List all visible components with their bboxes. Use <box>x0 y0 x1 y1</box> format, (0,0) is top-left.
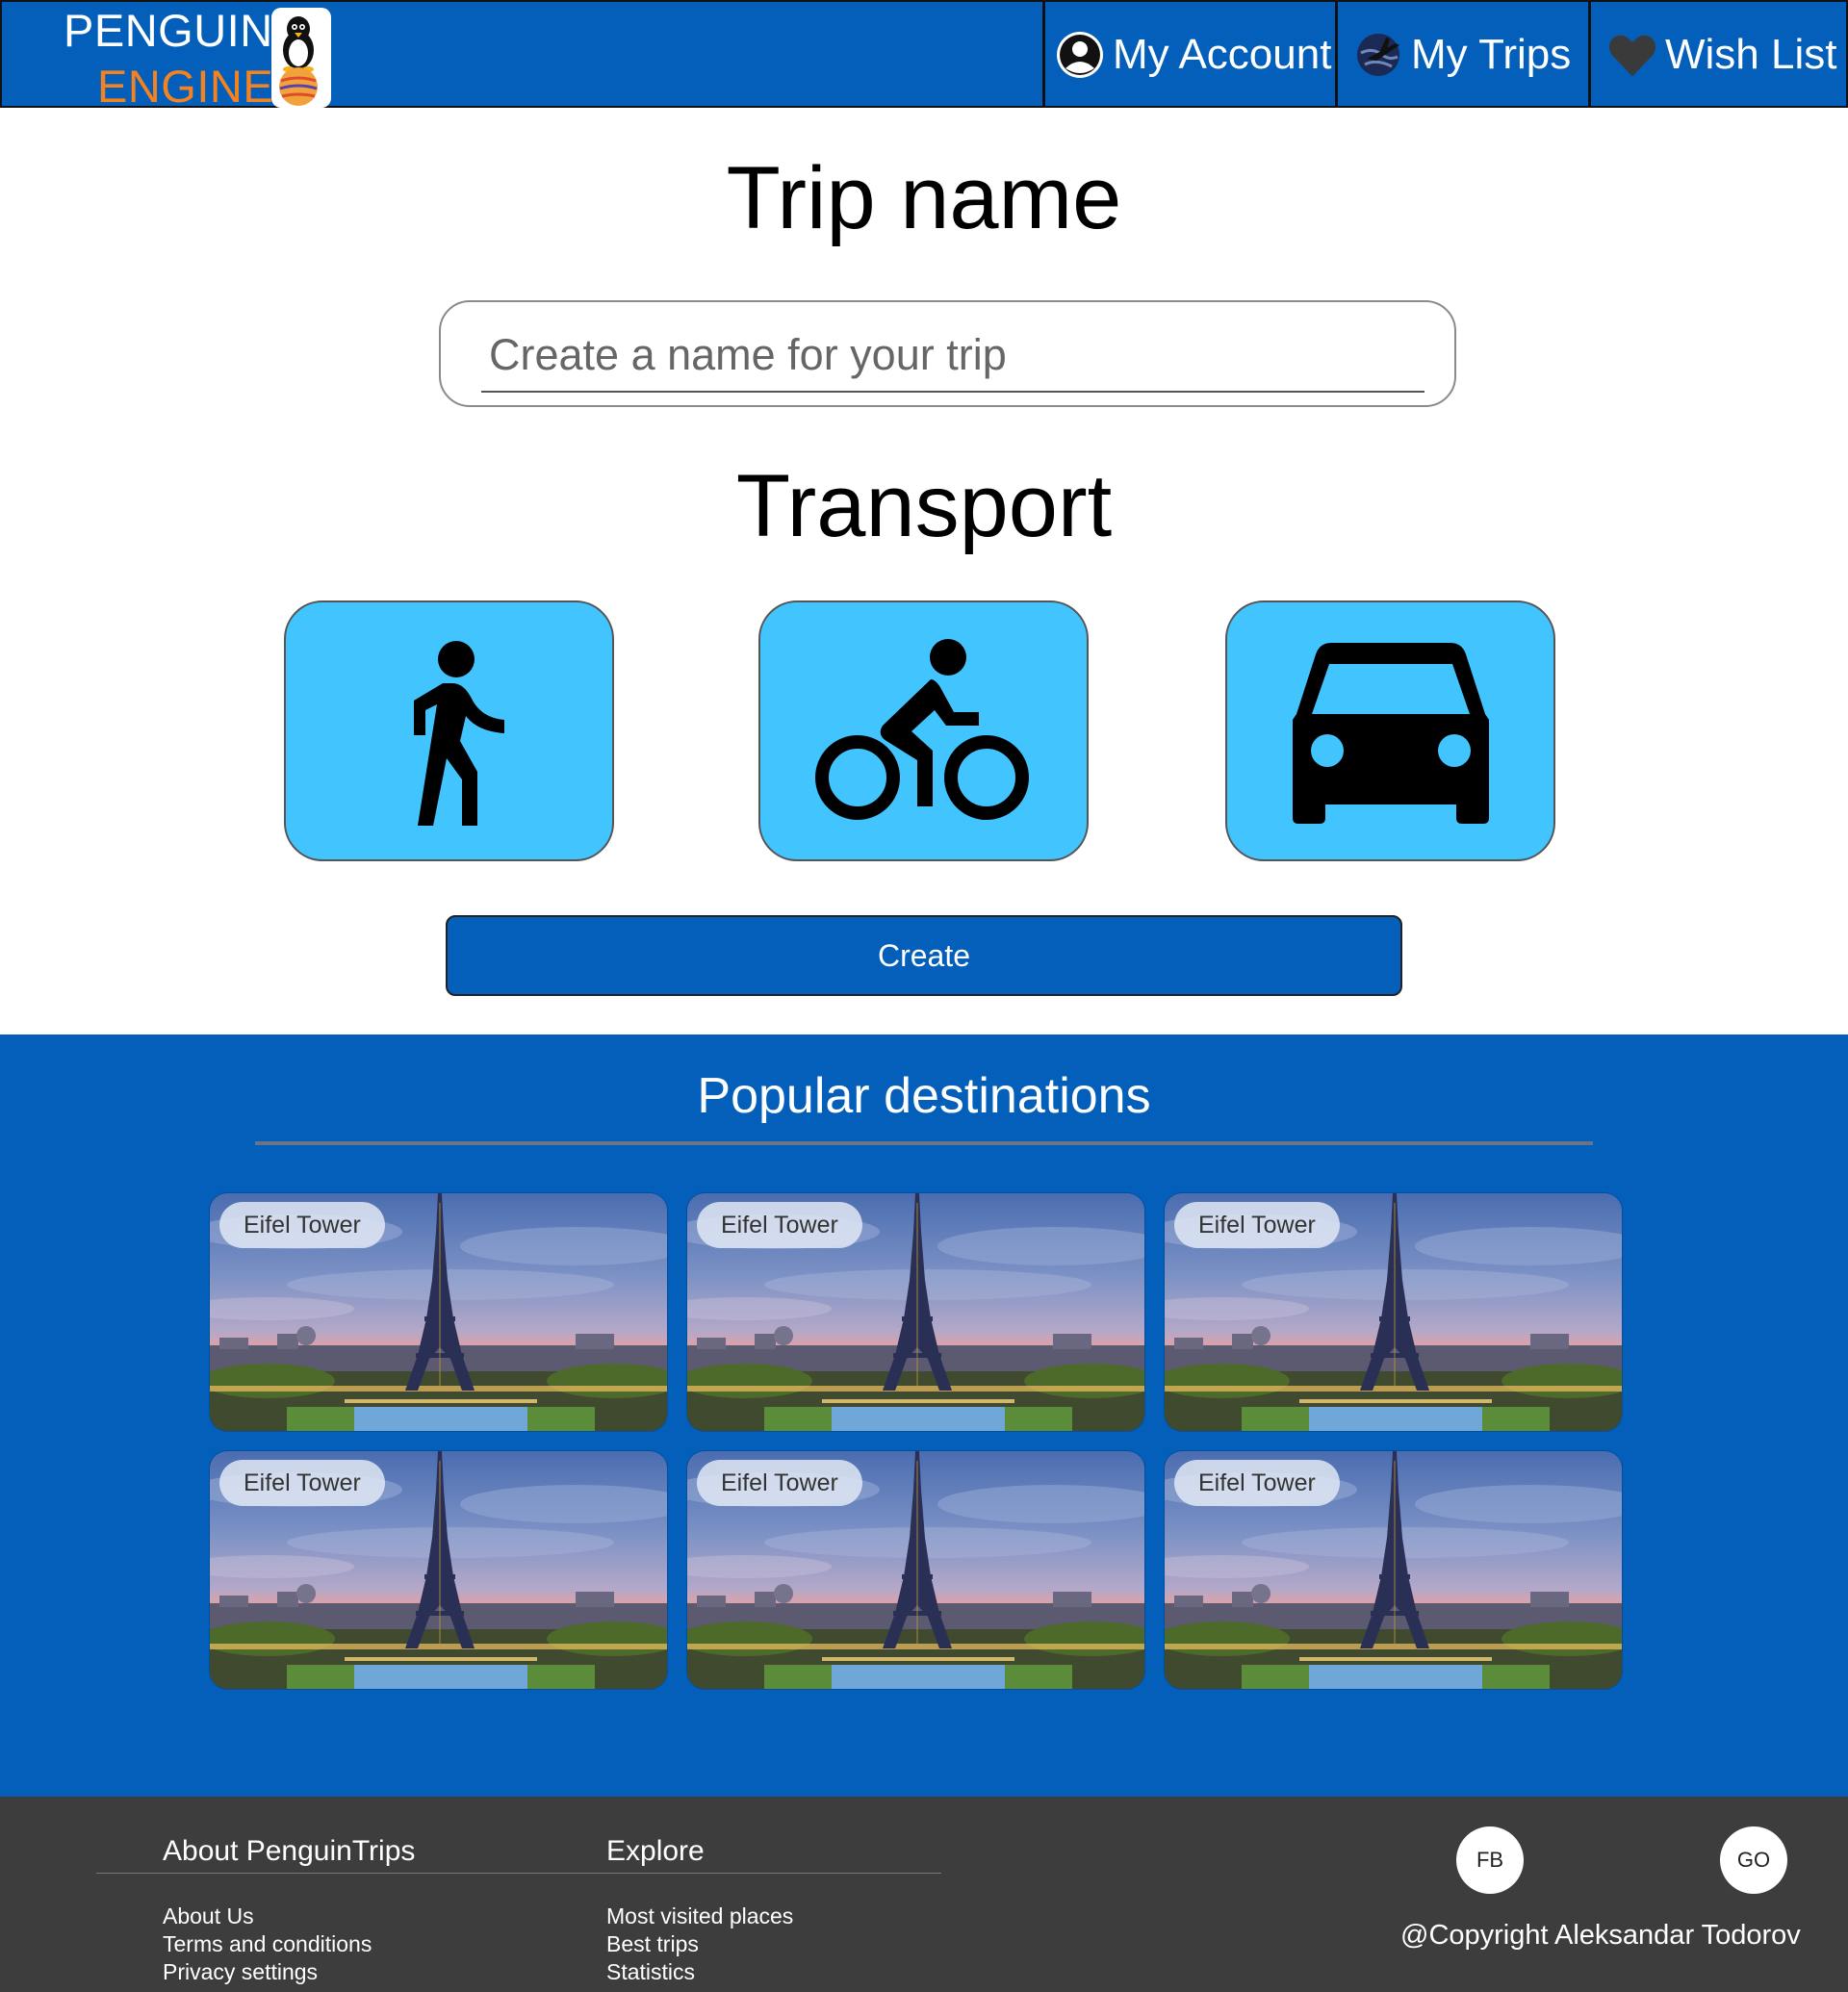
car-icon <box>1292 642 1489 824</box>
create-button[interactable]: Create <box>446 915 1402 996</box>
footer-link-about-us[interactable]: About Us <box>163 1903 254 1930</box>
logo-text-engine: ENGINE <box>97 61 274 112</box>
destination-card[interactable]: Eifel Tower <box>1165 1193 1622 1431</box>
nav-my-account[interactable]: My Account <box>1055 2 1331 108</box>
footer-link-statistics[interactable]: Statistics <box>606 1958 695 1986</box>
transport-title: Transport <box>735 457 1113 555</box>
nav-my-account-label: My Account <box>1113 31 1332 78</box>
destination-card-label: Eifel Tower <box>219 1202 385 1248</box>
footer-about-heading: About PenguinTrips <box>163 1835 416 1867</box>
nav-wish-list[interactable]: Wish List <box>1607 2 1836 108</box>
nav-divider <box>1335 2 1338 108</box>
facebook-button[interactable]: FB <box>1456 1826 1524 1894</box>
nav-wish-list-label: Wish List <box>1665 31 1837 78</box>
transport-car-button[interactable] <box>1225 600 1555 861</box>
destination-card-label: Eifel Tower <box>697 1202 862 1248</box>
trip-name-title: Trip name <box>726 149 1122 247</box>
bicycle-rider-icon <box>814 638 1029 820</box>
destination-card[interactable]: Eifel Tower <box>687 1193 1144 1431</box>
destination-card[interactable]: Eifel Tower <box>210 1193 667 1431</box>
logo-text-penguin: PENGUIN <box>64 5 273 56</box>
transport-bike-button[interactable] <box>758 600 1089 861</box>
destination-card[interactable]: Eifel Tower <box>1165 1451 1622 1689</box>
section-divider <box>255 1141 1593 1145</box>
destination-card-label: Eifel Tower <box>1174 1202 1340 1248</box>
footer-link-terms[interactable]: Terms and conditions <box>163 1930 372 1958</box>
google-button[interactable]: GO <box>1720 1826 1787 1894</box>
nav-divider <box>1588 2 1591 108</box>
destination-card[interactable]: Eifel Tower <box>210 1451 667 1689</box>
footer-divider <box>96 1873 941 1874</box>
nav-divider <box>1042 2 1045 108</box>
destination-card-label: Eifel Tower <box>219 1460 385 1506</box>
globe-plane-icon <box>1353 30 1403 80</box>
transport-walk-button[interactable] <box>284 600 614 861</box>
trip-name-input[interactable] <box>481 325 1424 393</box>
trip-name-field-container <box>439 300 1456 407</box>
destination-card-label: Eifel Tower <box>1174 1460 1340 1506</box>
nav-my-trips-label: My Trips <box>1411 31 1572 78</box>
penguin-logo-icon <box>271 8 331 108</box>
heart-icon <box>1607 30 1657 80</box>
destination-card-label: Eifel Tower <box>697 1460 862 1506</box>
walking-person-icon <box>413 640 504 826</box>
footer-link-most-visited[interactable]: Most visited places <box>606 1903 793 1930</box>
footer: About PenguinTrips Explore About Us Term… <box>0 1797 1848 1992</box>
footer-explore-heading: Explore <box>606 1835 705 1867</box>
copyright-text: @Copyright Aleksandar Todorov <box>1400 1920 1801 1951</box>
nav-my-trips[interactable]: My Trips <box>1353 2 1571 108</box>
footer-link-best-trips[interactable]: Best trips <box>606 1930 699 1958</box>
popular-destinations-title: Popular destinations <box>697 1068 1151 1124</box>
account-circle-icon <box>1055 30 1105 80</box>
top-navbar: PENGUIN ENGINE My Account My Trips Wish … <box>0 0 1848 112</box>
footer-link-privacy[interactable]: Privacy settings <box>163 1958 318 1986</box>
destination-card[interactable]: Eifel Tower <box>687 1451 1144 1689</box>
popular-destinations-section: Popular destinations Eifel Tower Eifel T… <box>0 1034 1848 1797</box>
